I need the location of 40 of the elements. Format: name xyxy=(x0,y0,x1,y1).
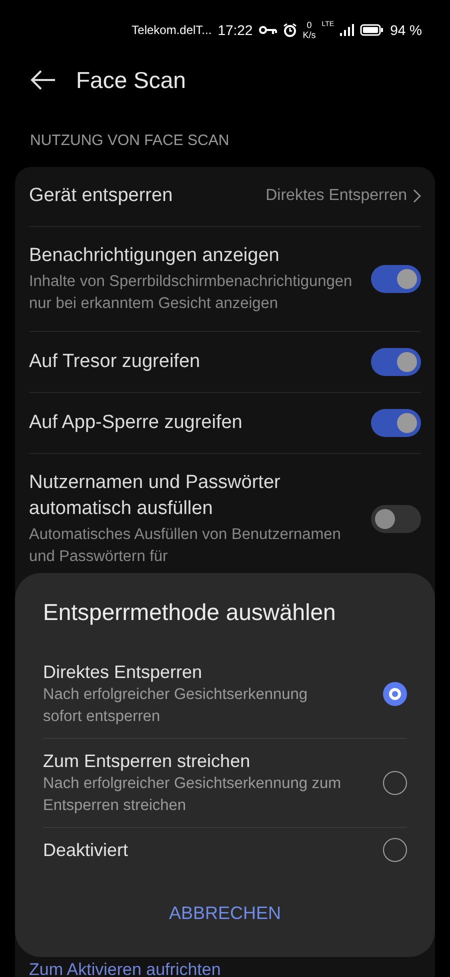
chevron-right-icon xyxy=(413,189,421,203)
speed-unit: K/s xyxy=(302,30,316,40)
row-title: Gerät entsperren xyxy=(29,184,173,208)
row-title: Auf App-Sperre zugreifen xyxy=(29,410,242,434)
option-title: Zum Entsperren streichen xyxy=(43,750,252,772)
row-description: Automatisches Ausfüllen von Benutzernamen und Passwörtern für xyxy=(29,524,342,566)
radio-button[interactable] xyxy=(383,682,407,706)
option-description: Nach erfolgreicher Gesichtserkennung zum Entsperren streichen xyxy=(43,774,342,816)
row-title: Nutzernamen und Passwörter automatisch ausfüllen xyxy=(29,470,282,520)
toggle-switch[interactable] xyxy=(371,264,421,292)
toggle-switch[interactable] xyxy=(371,504,421,532)
back-arrow-icon[interactable] xyxy=(30,69,56,91)
option-title: Direktes Entsperren xyxy=(43,660,204,684)
toggle-switch[interactable] xyxy=(371,408,421,436)
battery-icon xyxy=(360,24,384,36)
speed-value: 0 xyxy=(306,20,312,30)
radio-option[interactable]: Deaktiviert xyxy=(43,828,407,872)
radio-option[interactable]: Direktes Entsperren Nach erfolgreicher Gesichtserkennung sofort entsperren xyxy=(43,650,407,738)
cancel-button[interactable]: ABBRECHEN xyxy=(164,900,286,926)
row-value: Direktes Entsperren xyxy=(266,186,407,206)
row-title: Auf Tresor zugreifen xyxy=(29,350,200,374)
section-header: NUTZUNG VON FACE SCAN xyxy=(29,131,230,151)
row-description: Inhalte von Sperrbildschirmbenachrichtigungen nur bei erkanntem Gesicht anzeigen xyxy=(29,272,354,314)
radio-button[interactable] xyxy=(383,770,407,794)
row-title: Benachrichtigungen anzeigen xyxy=(29,244,280,268)
row-title[interactable]: Zum Aktivieren aufrichten xyxy=(29,960,221,977)
battery-level: 94 % xyxy=(390,20,422,40)
radio-option[interactable]: Zum Entsperren streichen Nach erfolgreicher Gesichtserkennung zum Entsperren streichen xyxy=(43,738,407,828)
settings-row[interactable]: Gerät entsperren Direktes Entsperren xyxy=(29,166,421,226)
option-title: Deaktiviert xyxy=(43,838,128,862)
page-title: Face Scan xyxy=(76,66,186,95)
dialog-title: Entsperrmethode auswählen xyxy=(43,598,337,627)
toggle-switch[interactable] xyxy=(371,348,421,376)
radio-button[interactable] xyxy=(383,838,407,862)
option-description: Nach erfolgreicher Gesichtserkennung sofort entsperren xyxy=(43,684,308,726)
signal-icon xyxy=(340,24,354,36)
key-icon xyxy=(258,25,277,35)
clock: 17:22 xyxy=(218,20,253,40)
alarm-icon xyxy=(282,23,297,37)
carrier-name: Telekom.delT... xyxy=(132,22,212,39)
